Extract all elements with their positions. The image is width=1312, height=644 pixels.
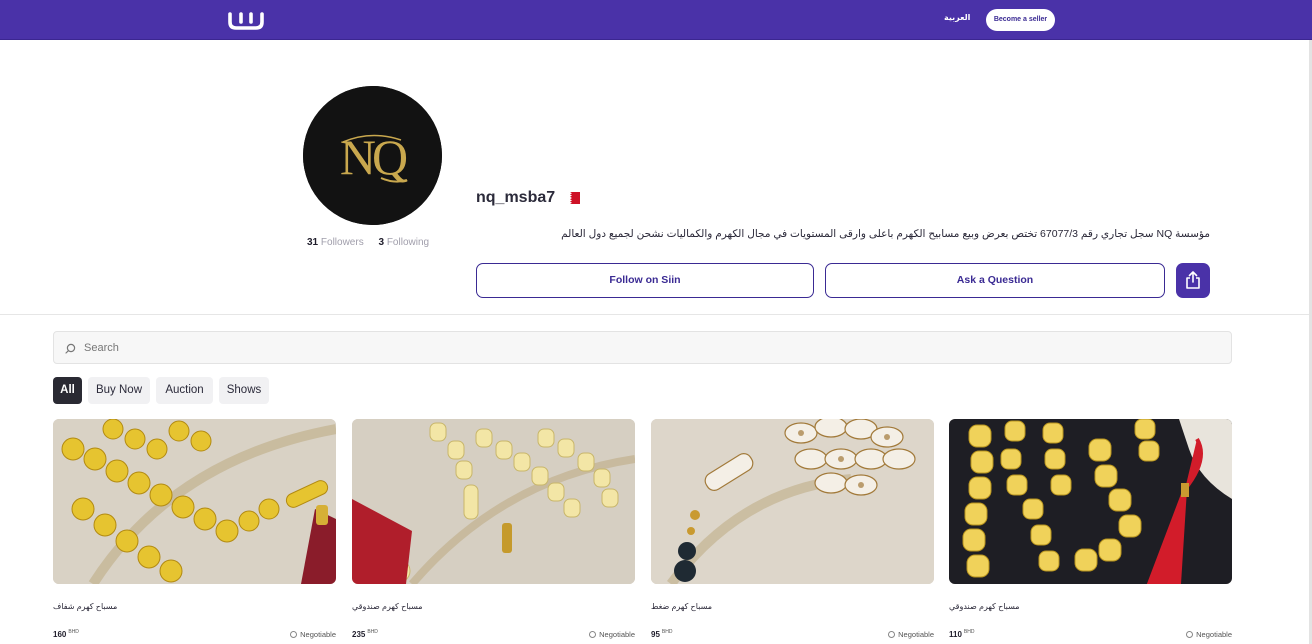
product-price: 235 BHD (352, 629, 378, 639)
negotiable-label: Negotiable (599, 630, 635, 639)
siin-logo[interactable] (228, 8, 264, 32)
followers-count: 31 (307, 237, 319, 248)
ask-question-button[interactable]: Ask a Question (825, 263, 1165, 298)
negotiable-badge: Negotiable (290, 630, 336, 639)
product-title[interactable]: مسباح كهرم صندوقي (949, 602, 1020, 611)
price-currency: BHD (963, 629, 975, 635)
product-card[interactable]: مسباح كهرم صندوقي 110 BHD Negotiable (949, 419, 1232, 639)
negotiable-badge: Negotiable (888, 630, 934, 639)
price-value: 110 (949, 630, 962, 639)
svg-text:NQ: NQ (340, 129, 408, 185)
price-value: 160 (53, 630, 67, 639)
price-value: 235 (352, 630, 366, 639)
become-seller-button[interactable]: Become a seller (986, 9, 1055, 31)
negotiable-icon (888, 631, 896, 638)
price-value: 95 (651, 630, 660, 639)
filter-tab-auction[interactable]: Auction (156, 377, 213, 404)
product-title[interactable]: مسباح كهرم ضغط (651, 602, 712, 611)
negotiable-icon (1186, 631, 1194, 638)
share-icon (1186, 271, 1200, 289)
product-price: 95 BHD (651, 629, 672, 639)
product-image[interactable] (53, 419, 336, 584)
filter-tab-shows[interactable]: Shows (219, 377, 269, 404)
bahrain-flag-icon (566, 192, 580, 204)
followers-label[interactable]: Followers (321, 237, 364, 248)
follow-stats: 31 Followers 3 Following (307, 237, 429, 248)
negotiable-label: Negotiable (898, 630, 934, 639)
following-label[interactable]: Following (387, 237, 429, 248)
profile-username: nq_msba7 (476, 189, 556, 206)
product-card[interactable]: مسباح كهرم شفاف 160 BHD Negotiable (53, 419, 336, 639)
negotiable-label: Negotiable (300, 630, 336, 639)
follow-button[interactable]: Follow on Siin (476, 263, 814, 298)
product-card[interactable]: مسباح كهرم ضغط 95 BHD Negotiable (651, 419, 934, 639)
search-icon (65, 343, 76, 354)
negotiable-label: Negotiable (1196, 630, 1232, 639)
product-price: 160 BHD (53, 629, 79, 639)
product-image[interactable] (651, 419, 934, 584)
negotiable-badge: Negotiable (589, 630, 635, 639)
search-bar (53, 331, 1232, 364)
top-navigation-bar: العربية Become a seller (0, 0, 1312, 40)
profile-avatar: NQ (303, 86, 442, 225)
price-currency: BHD (367, 629, 378, 635)
product-image[interactable] (352, 419, 635, 584)
price-currency: BHD (661, 629, 673, 635)
filter-tab-all[interactable]: All (53, 377, 82, 404)
following-count: 3 (378, 237, 385, 248)
price-currency: BHD (68, 629, 79, 635)
product-title[interactable]: مسباح كهرم صندوقي (352, 602, 423, 611)
filter-tab-buy-now[interactable]: Buy Now (88, 377, 150, 404)
product-card[interactable]: مسباح كهرم صندوقي 235 BHD Negotiable (352, 419, 635, 639)
negotiable-badge: Negotiable (1186, 630, 1232, 639)
product-price: 110 BHD (949, 629, 974, 639)
language-switch-link[interactable]: العربية (944, 13, 970, 22)
negotiable-icon (589, 631, 597, 638)
product-title[interactable]: مسباح كهرم شفاف (53, 602, 117, 611)
search-input[interactable] (84, 332, 1224, 363)
nq-logo-image: NQ (303, 86, 442, 225)
share-button[interactable] (1176, 263, 1210, 298)
product-image[interactable] (949, 419, 1232, 584)
negotiable-icon (290, 631, 298, 638)
profile-bio: مؤسسة NQ سجل تجاري رقم 67077/3 تختص بعرض… (561, 228, 1210, 240)
section-divider (0, 314, 1309, 315)
